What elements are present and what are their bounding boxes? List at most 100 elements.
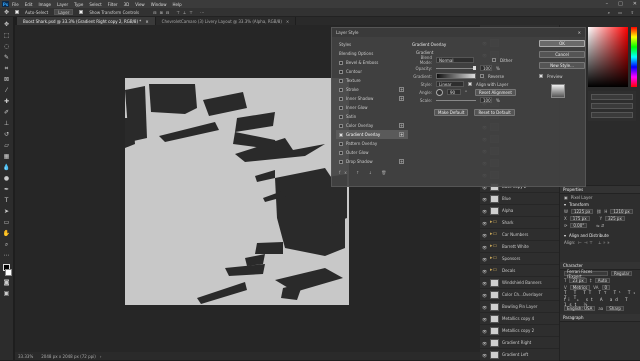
tab-camaro[interactable]: ChevroletCamaro (3) Livery Layout @ 33.3…	[155, 17, 297, 25]
menu-help[interactable]: Help	[172, 2, 181, 7]
gradient-swatch[interactable]	[436, 73, 476, 79]
chevron-right-icon[interactable]: ›	[100, 354, 102, 359]
visibility-eye-icon[interactable]: 👁	[482, 329, 487, 334]
style-item[interactable]: Contour	[336, 67, 408, 76]
visibility-eye-icon[interactable]: 👁	[482, 281, 487, 286]
style-item[interactable]: Drop Shadow +	[336, 157, 408, 166]
menu-filter[interactable]: Filter	[108, 2, 118, 7]
layer-row[interactable]: 👁 Alpha	[480, 205, 559, 217]
visibility-eye-icon[interactable]: 👁	[482, 269, 487, 274]
add-style-icon[interactable]: +	[399, 123, 404, 128]
style-checkbox[interactable]	[339, 87, 343, 92]
layer-row[interactable]: 👁 Blue	[480, 193, 559, 205]
rotation-field[interactable]: 0.00°	[570, 223, 588, 228]
marquee-tool-icon[interactable]: ⬚	[2, 31, 11, 40]
move-tool-icon[interactable]: ✥	[4, 9, 9, 16]
gradient-tool-icon[interactable]: ▦	[2, 152, 11, 161]
style-item[interactable]: Stroke +	[336, 85, 408, 94]
style-item[interactable]: Texture	[336, 76, 408, 85]
chevron-down-icon[interactable]: ▾	[564, 233, 566, 238]
close-icon[interactable]: ×	[286, 19, 289, 24]
swatch-panel-field[interactable]	[591, 112, 633, 118]
visibility-eye-icon[interactable]: 👁	[482, 305, 487, 310]
font-family-dropdown[interactable]: Ferrari Faces (Expert...	[564, 269, 608, 279]
flip-icons[interactable]: ⇋ ⇵	[596, 223, 604, 228]
style-checkbox[interactable]	[339, 69, 343, 74]
style-item[interactable]: Outer Glow	[336, 148, 408, 157]
visibility-eye-icon[interactable]: 👁	[482, 209, 487, 214]
maximize-icon[interactable]: □	[618, 1, 623, 7]
y-field[interactable]: 325 px	[605, 216, 625, 221]
style-checkbox[interactable]	[339, 150, 343, 155]
ligature-buttons[interactable]: fi ℴ st A ad T 1st ½	[564, 297, 640, 307]
visibility-eye-icon[interactable]: 👁	[482, 245, 487, 250]
style-item[interactable]: Inner Shadow +	[336, 94, 408, 103]
add-style-icon[interactable]: +	[399, 96, 404, 101]
zoom-level[interactable]: 33.33%	[18, 354, 33, 359]
add-style-icon[interactable]: +	[399, 87, 404, 92]
screen-mode-icon[interactable]: ▣	[2, 289, 11, 298]
menu-image[interactable]: Image	[38, 2, 51, 7]
visibility-eye-icon[interactable]: 👁	[482, 317, 487, 322]
share-icon[interactable]: ⇪	[631, 10, 634, 15]
menu-file[interactable]: File	[12, 2, 19, 7]
layer-row[interactable]: 👁 Windshield Banners	[480, 277, 559, 289]
zoom-tool-icon[interactable]: ⌕	[2, 240, 11, 249]
menu-select[interactable]: Select	[89, 2, 101, 7]
layer-row[interactable]: 👁 Gradient Right	[480, 337, 559, 349]
quick-select-tool-icon[interactable]: ✎	[2, 53, 11, 62]
layer-row[interactable]: 👁 ▸▭ Decals	[480, 265, 559, 277]
close-icon[interactable]: ×	[145, 19, 148, 24]
preview-checkbox[interactable]	[539, 74, 543, 78]
properties-header[interactable]: Properties	[560, 186, 640, 194]
style-checkbox[interactable]	[339, 78, 343, 83]
visibility-eye-icon[interactable]: 👁	[482, 293, 487, 298]
cancel-button[interactable]: Cancel	[539, 51, 585, 58]
antialias-dropdown[interactable]: Sharp	[606, 306, 624, 311]
style-item[interactable]: Satin	[336, 112, 408, 121]
color-picker-field[interactable]	[588, 27, 628, 87]
style-checkbox[interactable]	[339, 159, 343, 164]
workspace-icon[interactable]: ▭	[618, 10, 622, 15]
frame-tool-icon[interactable]: ⊠	[2, 75, 11, 84]
visibility-eye-icon[interactable]: 👁	[482, 197, 487, 202]
menu-layer[interactable]: Layer	[57, 2, 68, 7]
layer-row[interactable]: 👁 Metallics copy 4	[480, 313, 559, 325]
path-select-icon[interactable]: ➤	[2, 207, 11, 216]
search-icon[interactable]: ⌕	[608, 10, 610, 15]
leading-field[interactable]: Auto	[594, 278, 611, 283]
close-icon[interactable]: ✕	[578, 30, 581, 35]
pen-tool-icon[interactable]: ✒	[2, 185, 11, 194]
blend-mode-dropdown[interactable]: Normal	[436, 57, 474, 63]
visibility-eye-icon[interactable]: 👁	[482, 257, 487, 262]
clone-stamp-icon[interactable]: ⊥	[2, 119, 11, 128]
add-style-icon[interactable]: +	[399, 132, 404, 137]
hue-slider[interactable]	[631, 27, 637, 87]
style-item[interactable]: Color Overlay +	[336, 121, 408, 130]
menu-type[interactable]: Type	[74, 2, 83, 7]
type-tool-icon[interactable]: T	[2, 196, 11, 205]
reset-default-button[interactable]: Reset to Default	[474, 108, 515, 116]
close-icon[interactable]: ✕	[633, 1, 637, 7]
minimize-icon[interactable]: –	[606, 1, 609, 7]
height-field[interactable]: 1210 px	[610, 209, 633, 214]
reverse-checkbox[interactable]	[480, 74, 484, 78]
add-style-icon[interactable]: +	[399, 159, 404, 164]
visibility-eye-icon[interactable]: 👁	[482, 353, 487, 358]
visibility-eye-icon[interactable]: 👁	[482, 221, 487, 226]
style-checkbox[interactable]	[339, 60, 343, 65]
rectangle-tool-icon[interactable]: ▭	[2, 218, 11, 227]
x-field[interactable]: 175 px	[569, 216, 590, 221]
layer-row[interactable]: 👁 Gradient Left	[480, 349, 559, 361]
eraser-tool-icon[interactable]: ▱	[2, 141, 11, 150]
dither-checkbox[interactable]	[492, 58, 496, 62]
visibility-eye-icon[interactable]: 👁	[482, 341, 487, 346]
more-tools-icon[interactable]: ⋯	[2, 251, 11, 260]
make-default-button[interactable]: Make Default	[434, 108, 469, 116]
show-transform-checkbox[interactable]	[79, 10, 84, 14]
auto-select-target-dropdown[interactable]: Layer	[54, 9, 74, 15]
eyedropper-tool-icon[interactable]: ⁄	[2, 86, 11, 95]
lasso-tool-icon[interactable]: ◌	[2, 42, 11, 51]
slider-handle[interactable]	[473, 65, 476, 70]
font-size-field[interactable]: 23 px	[569, 278, 587, 283]
